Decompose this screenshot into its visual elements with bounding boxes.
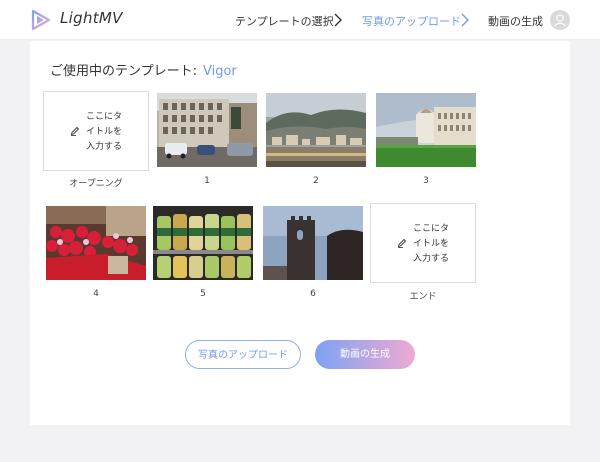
opening-title-slot[interactable]: ここにタ イトルを 入力する [43, 91, 149, 171]
opening-caption: オープニング [69, 179, 123, 189]
generate-video-button[interactable]: 動画の生成 [315, 340, 415, 369]
coastal-town-photo[interactable] [266, 93, 366, 167]
upload-photos-button[interactable]: 写真のアップロード [185, 340, 301, 369]
lightmv-logo-icon[interactable] [30, 9, 52, 31]
top-header: LightMV テンプレートの選択 写真のアップロード 動画の生成 [0, 0, 600, 40]
street-buildings-photo[interactable] [157, 93, 257, 167]
template-info: ご使用中のテンプレート: Vigor [50, 60, 237, 79]
chevron-right-icon [461, 13, 469, 27]
brand-name[interactable]: LightMV [60, 9, 123, 27]
bottles-shelf-photo[interactable] [153, 206, 253, 280]
step-upload-photos[interactable]: 写真のアップロード [362, 13, 461, 29]
photo-6-caption: 6 [310, 289, 316, 299]
template-name[interactable]: Vigor [203, 64, 237, 79]
ending-placeholder: ここにタ イトルを 入力する [413, 224, 450, 264]
template-label: ご使用中のテンプレート: [50, 64, 197, 79]
photo-3-caption: 3 [423, 176, 429, 186]
step-select-template[interactable]: テンプレートの選択 [235, 13, 334, 29]
step-generate-video[interactable]: 動画の生成 [488, 13, 543, 29]
opening-placeholder: ここにタ イトルを 入力する [86, 112, 123, 152]
photo-2-caption: 2 [313, 176, 319, 186]
photo-1-caption: 1 [204, 176, 210, 186]
pencil-icon [70, 126, 80, 136]
ending-caption: エンド [409, 292, 437, 302]
cathedral-lawn-photo[interactable] [376, 93, 476, 167]
photo-4-caption: 4 [93, 289, 99, 299]
flower-shop-photo[interactable] [46, 206, 146, 280]
photo-5-caption: 5 [200, 289, 206, 299]
pencil-icon [397, 238, 407, 248]
ending-title-slot[interactable]: ここにタ イトルを 入力する [370, 203, 476, 283]
tower-photo[interactable] [263, 206, 363, 280]
chevron-right-icon [334, 13, 342, 27]
user-avatar-icon[interactable] [550, 10, 570, 30]
